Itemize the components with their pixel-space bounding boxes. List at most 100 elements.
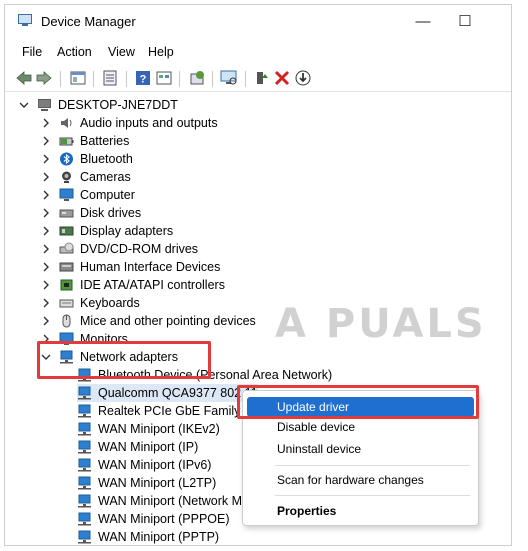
category-label: Cameras	[80, 170, 131, 184]
window-title: Device Manager	[41, 14, 136, 29]
network-icon	[78, 530, 91, 544]
menu-help[interactable]: Help	[148, 45, 174, 59]
details-icon[interactable]	[101, 69, 119, 87]
toolbar-separator	[179, 71, 180, 87]
device-row[interactable]: WAN Miniport (IP)	[77, 438, 198, 456]
update-driver-icon[interactable]	[188, 69, 206, 87]
tree-category[interactable]: Mice and other pointing devices	[41, 312, 256, 330]
device-label: WAN Miniport (PPTP)	[98, 530, 220, 544]
menu-bar: File Action View Help	[5, 43, 511, 63]
highlight-network-adapters	[37, 341, 211, 379]
chevron-right-icon[interactable]	[41, 136, 51, 146]
tree-category[interactable]: Disk drives	[41, 204, 141, 222]
chevron-right-icon[interactable]	[41, 262, 51, 272]
forward-arrow-icon[interactable]	[35, 69, 53, 87]
menu-separator	[275, 495, 470, 496]
properties-icon[interactable]	[69, 69, 87, 87]
tree-root[interactable]: DESKTOP-JNE7DDT	[19, 96, 178, 114]
device-label: Qualcomm QCA9377 802.11	[98, 386, 258, 400]
enable-device-icon[interactable]	[252, 69, 270, 87]
device-row[interactable]: Realtek PCIe GbE Family Co	[77, 402, 260, 420]
chevron-right-icon[interactable]	[41, 316, 51, 326]
disable-device-menu-item[interactable]: Disable device	[247, 417, 474, 437]
device-row[interactable]: WAN Miniport (PPPOE)	[77, 510, 230, 528]
network-icon	[78, 386, 91, 400]
chevron-right-icon[interactable]	[41, 226, 51, 236]
device-row[interactable]: WAN Miniport (Network M	[77, 492, 242, 510]
device-label: WAN Miniport (IKEv2)	[98, 422, 220, 436]
tree-category[interactable]: Display adapters	[41, 222, 173, 240]
device-label: Realtek PCIe GbE Family Co	[98, 404, 260, 418]
tree-category[interactable]: Human Interface Devices	[41, 258, 220, 276]
network-icon	[78, 512, 91, 526]
network-icon	[78, 404, 91, 418]
device-manager-window: Device Manager — ☐ File Action View Help…	[4, 4, 512, 546]
chevron-right-icon[interactable]	[41, 280, 51, 290]
ide-icon	[60, 279, 73, 291]
category-label: Disk drives	[80, 206, 142, 220]
menu-view[interactable]: View	[108, 45, 135, 59]
category-label: Computer	[80, 188, 135, 202]
category-label: Mice and other pointing devices	[80, 314, 256, 328]
download-icon[interactable]	[294, 69, 312, 87]
chevron-right-icon[interactable]	[41, 190, 51, 200]
tree-category[interactable]: Computer	[41, 186, 135, 204]
dvd-icon	[59, 242, 74, 254]
uninstall-device-menu-item[interactable]: Uninstall device	[247, 439, 474, 459]
selected-device-row[interactable]: Qualcomm QCA9377 802.11	[77, 384, 258, 402]
device-row[interactable]: WAN Miniport (IKEv2)	[77, 420, 220, 438]
view-icon[interactable]	[155, 69, 173, 87]
network-icon	[78, 476, 91, 490]
menu-action[interactable]: Action	[57, 45, 92, 59]
toolbar: ?	[5, 65, 511, 92]
chevron-right-icon[interactable]	[41, 172, 51, 182]
chevron-right-icon[interactable]	[41, 208, 51, 218]
device-row[interactable]: WAN Miniport (L2TP)	[77, 474, 216, 492]
keyboard-icon	[59, 299, 74, 308]
watermark: A PUALS	[275, 301, 487, 347]
svg-text:?: ?	[140, 74, 147, 86]
camera-icon	[62, 171, 71, 183]
scan-hardware-icon[interactable]	[220, 69, 238, 87]
category-label: Keyboards	[80, 296, 140, 310]
device-row[interactable]: WAN Miniport (IPv6)	[77, 456, 211, 474]
chevron-right-icon[interactable]	[41, 244, 51, 254]
minimize-button[interactable]: —	[403, 10, 443, 34]
menu-separator	[275, 465, 470, 466]
display-adapter-icon	[59, 226, 74, 236]
tree-category[interactable]: Bluetooth	[41, 150, 133, 168]
device-label: WAN Miniport (L2TP)	[98, 476, 217, 490]
tree-category[interactable]: Batteries	[41, 132, 129, 150]
device-row[interactable]: WAN Miniport (PPTP)	[77, 528, 220, 545]
tree-category[interactable]: IDE ATA/ATAPI controllers	[41, 276, 225, 294]
uninstall-icon[interactable]	[273, 69, 291, 87]
device-manager-icon	[18, 14, 32, 26]
tree-category[interactable]: Keyboards	[41, 294, 140, 312]
tree-category[interactable]: Audio inputs and outputs	[41, 114, 218, 132]
device-label: WAN Miniport (IPv6)	[98, 458, 212, 472]
chevron-right-icon[interactable]	[41, 298, 51, 308]
chevron-down-icon[interactable]	[19, 100, 29, 110]
menu-file[interactable]: File	[22, 45, 42, 59]
category-label: IDE ATA/ATAPI controllers	[80, 278, 225, 292]
scan-hardware-menu-item[interactable]: Scan for hardware changes	[247, 470, 474, 490]
chevron-right-icon[interactable]	[41, 118, 51, 128]
network-icon	[78, 422, 91, 436]
tree-category[interactable]: DVD/CD-ROM drives	[41, 240, 198, 258]
tree-category[interactable]: Cameras	[41, 168, 131, 186]
mouse-icon	[62, 314, 71, 328]
help-icon[interactable]: ?	[134, 69, 152, 87]
toolbar-separator	[212, 71, 213, 87]
network-icon	[78, 494, 91, 508]
toolbar-separator	[93, 71, 94, 87]
maximize-button[interactable]: ☐	[445, 10, 485, 34]
back-arrow-icon[interactable]	[15, 69, 33, 87]
properties-menu-item[interactable]: Properties	[247, 501, 474, 521]
chevron-right-icon[interactable]	[41, 154, 51, 164]
device-label: WAN Miniport (Network M	[98, 494, 242, 508]
monitor-icon	[59, 188, 74, 201]
toolbar-separator	[245, 71, 246, 87]
category-label: DVD/CD-ROM drives	[80, 242, 199, 256]
computer-icon	[38, 99, 51, 111]
network-icon	[78, 440, 91, 454]
